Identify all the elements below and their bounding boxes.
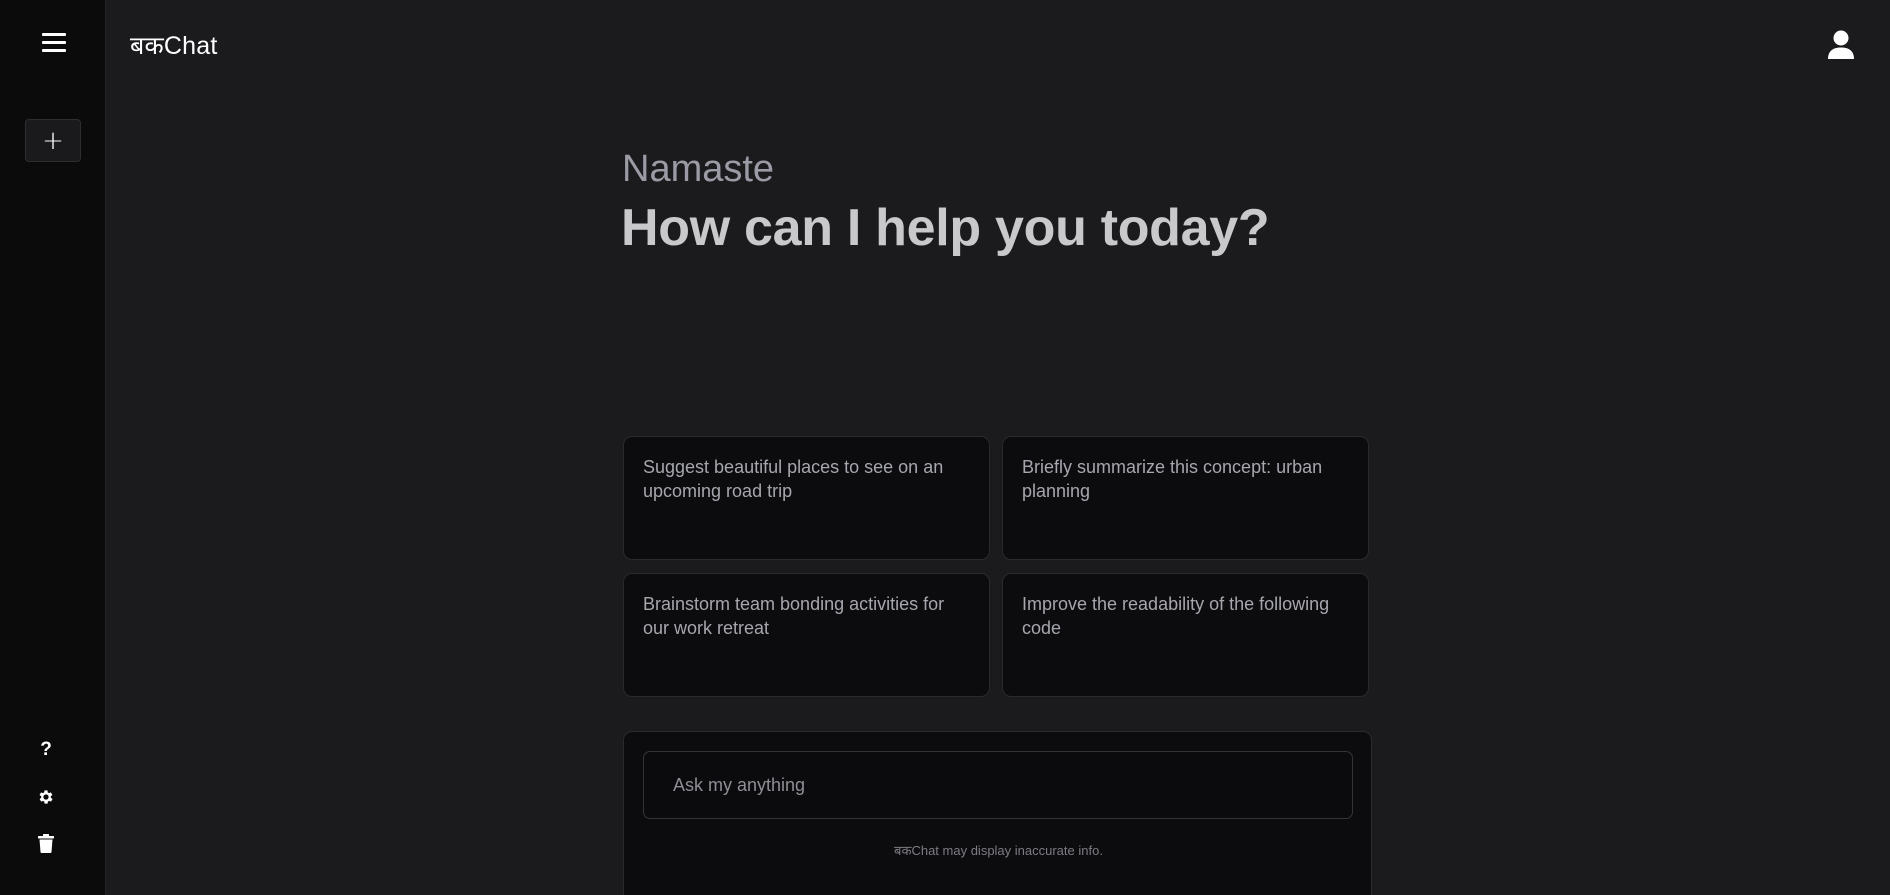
hamburger-menu-icon[interactable] [42,33,66,53]
plus-icon: + [42,125,64,156]
menu-bar [42,49,66,52]
question-mark-icon: ? [40,739,52,760]
page-title: How can I help you today? [621,199,1270,257]
sidebar: + ? [0,0,106,895]
suggestion-card[interactable]: Brainstorm team bonding activities for o… [623,573,990,697]
gear-icon [39,790,53,804]
disclaimer-text: बकChat may display inaccurate info. [894,843,1103,858]
suggestion-card[interactable]: Suggest beautiful places to see on an up… [623,436,990,560]
help-button[interactable]: ? [36,739,56,761]
composer: बकChat may display inaccurate info. [623,731,1372,895]
trash-icon [38,833,54,853]
menu-bar [42,41,66,44]
greeting: Namaste [622,148,775,190]
menu-bar [42,33,66,36]
user-avatar-glyph [1828,30,1854,59]
chat-input[interactable] [643,751,1353,819]
suggestion-card[interactable]: Briefly summarize this concept: urban pl… [1002,436,1369,560]
new-chat-button[interactable]: + [25,119,81,162]
app-root: + ? बकChat Namaste How can I help you to… [0,0,1890,895]
user-icon[interactable] [1828,30,1854,60]
brand-title: बकChat [130,32,218,60]
delete-button[interactable] [36,832,56,854]
suggestion-card[interactable]: Improve the readability of the following… [1002,573,1369,697]
settings-button[interactable] [36,786,56,808]
